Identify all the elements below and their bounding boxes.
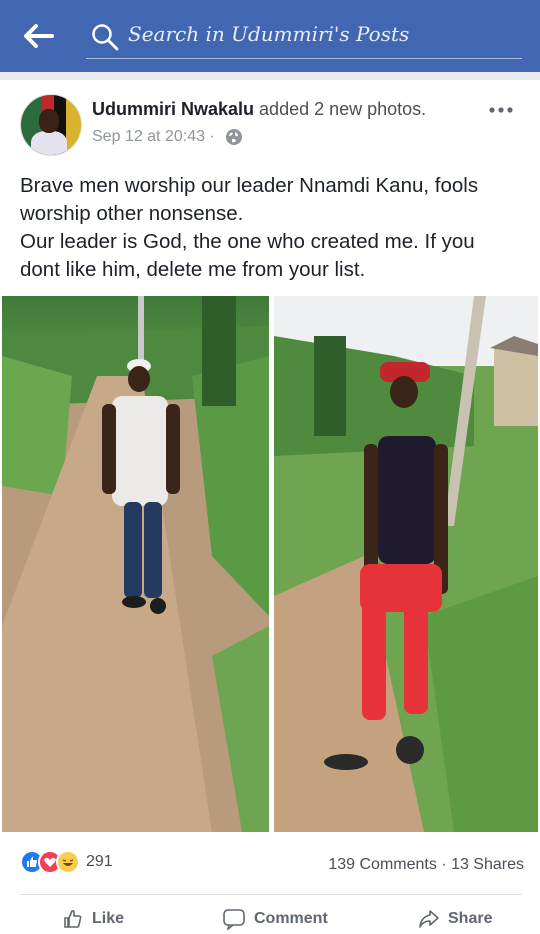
post-photo-2[interactable] xyxy=(274,296,538,832)
section-separator xyxy=(0,72,540,80)
share-icon xyxy=(419,910,439,928)
globe-icon xyxy=(226,129,243,145)
more-options-button[interactable] xyxy=(486,96,520,124)
reactions-summary[interactable]: 291 xyxy=(20,850,113,874)
more-options-icon xyxy=(489,107,513,113)
avatar[interactable] xyxy=(20,94,82,156)
post-text-line: Our leader is God, the one who created m… xyxy=(20,230,475,253)
comments-count[interactable]: 139 Comments xyxy=(328,856,437,873)
reaction-count: 291 xyxy=(86,853,113,870)
like-button[interactable]: Like xyxy=(62,908,124,930)
share-button[interactable]: Share xyxy=(418,908,492,930)
photo-man-red-pants xyxy=(274,296,538,832)
like-label: Like xyxy=(92,910,125,927)
shares-count[interactable]: 13 Shares xyxy=(451,856,524,873)
search-icon xyxy=(92,24,119,51)
comment-icon xyxy=(223,909,245,930)
search-placeholder: Search in Udummiri's Posts xyxy=(128,22,410,46)
like-icon xyxy=(64,909,82,928)
post-text-line: Brave men worship our leader Nnamdi Kanu… xyxy=(20,174,479,197)
comment-label: Comment xyxy=(254,910,328,927)
back-button[interactable] xyxy=(22,20,62,52)
meta-separator: · xyxy=(204,128,220,145)
search-input[interactable]: Search in Udummiri's Posts xyxy=(86,12,522,59)
share-label: Share xyxy=(448,910,493,927)
post-photo-1[interactable] xyxy=(2,296,269,832)
post-action-text: added 2 new photos. xyxy=(254,99,427,119)
back-arrow-icon xyxy=(24,24,54,48)
divider xyxy=(20,894,522,895)
post-text: Brave men worship our leader Nnamdi Kanu… xyxy=(20,172,525,284)
haha-reaction-icon xyxy=(56,850,80,874)
engagement-stats: 139 Comments · 13 Shares xyxy=(328,856,524,874)
photo-man-white-shirt xyxy=(2,296,269,832)
comment-button[interactable]: Comment xyxy=(222,908,328,930)
post-text-line: worship other nonsense. xyxy=(20,202,244,225)
post-title: Udummiri Nwakalu added 2 new photos. xyxy=(92,99,426,120)
author-name[interactable]: Udummiri Nwakalu xyxy=(92,99,254,119)
top-bar: Search in Udummiri's Posts xyxy=(0,0,540,72)
post-timestamp[interactable]: Sep 12 at 20:43 xyxy=(92,128,205,146)
post-text-line: dont like him, delete me from your list. xyxy=(20,258,366,281)
post-meta: Sep 12 at 20:43 · xyxy=(92,128,243,146)
post-actions: Like Comment Share xyxy=(0,904,540,934)
stats-separator: · xyxy=(436,856,452,873)
